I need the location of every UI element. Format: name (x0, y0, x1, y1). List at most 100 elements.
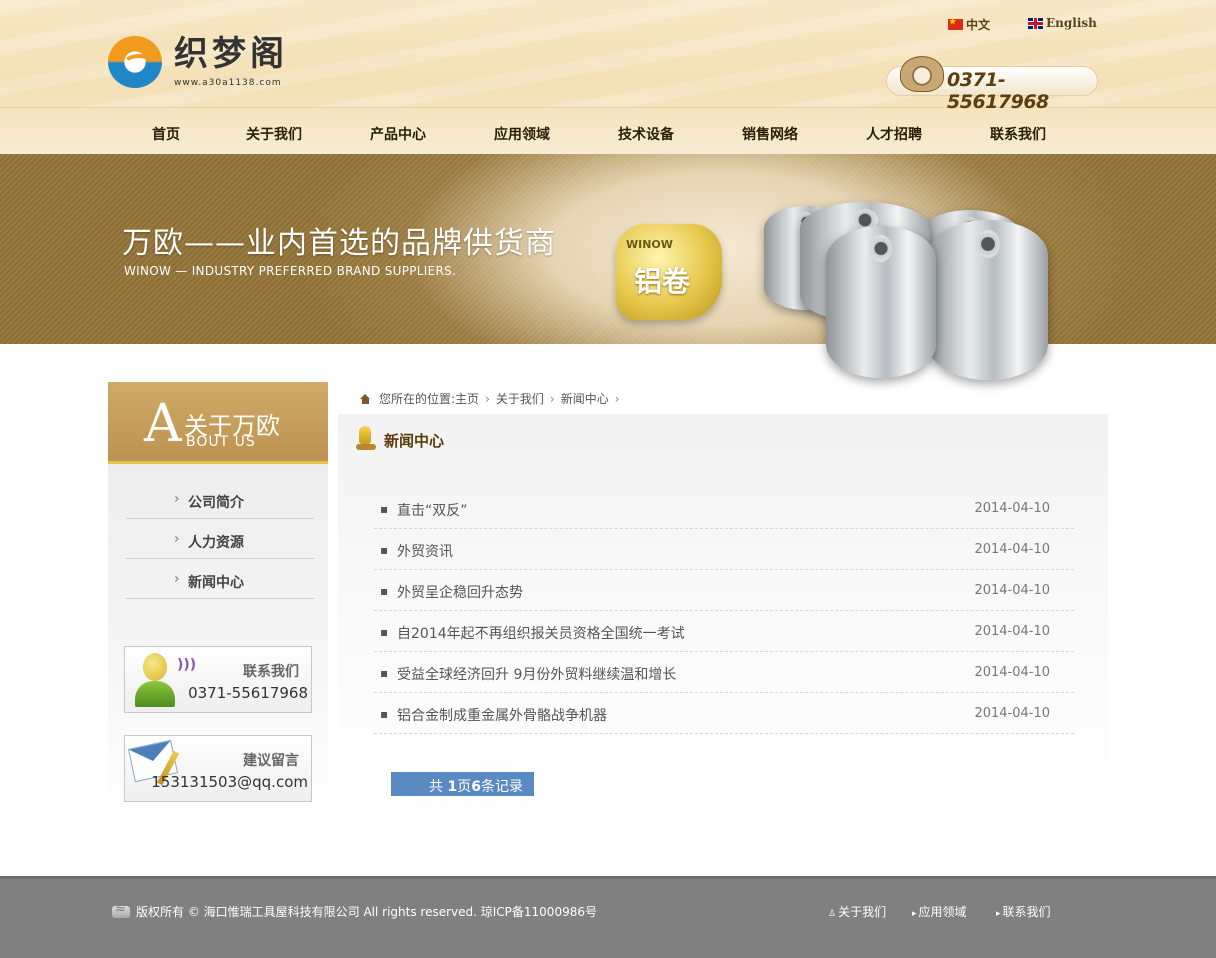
sound-wave-icon: ))) (177, 657, 197, 673)
news-title-link[interactable]: 自2014年起不再组织报关员资格全国统一考试 (397, 623, 685, 643)
news-date: 2014-04-10 (974, 665, 1050, 680)
chevron-right-icon: › (549, 391, 555, 406)
pager-total-label: 共 (429, 779, 443, 795)
trophy-icon (356, 426, 376, 452)
site-footer: 版权所有 © 海口惟瑞工具屋科技有限公司 All rights reserved… (0, 876, 1216, 958)
news-list-item[interactable]: ▪ 外贸呈企稳回升态势 2014-04-10 (374, 570, 1074, 611)
news-date: 2014-04-10 (974, 501, 1050, 516)
news-list-item[interactable]: ▪ 外贸资讯 2014-04-10 (374, 529, 1074, 570)
hero-banner: 万欧——业内首选的品牌供货商 WINOW — INDUSTRY PREFERRE… (0, 154, 1216, 380)
news-date: 2014-04-10 (974, 706, 1050, 721)
news-title-link[interactable]: 外贸资讯 (397, 541, 453, 561)
logo-url: www.a30a1138.com (174, 78, 282, 88)
contact-card-phone: 0371-55617968 (188, 684, 308, 702)
footer-copyright: 版权所有 © 海口惟瑞工具屋科技有限公司 All rights reserved… (112, 902, 597, 920)
bullet-icon: ▪ (380, 666, 389, 680)
sidebar-item-company-profile[interactable]: › 公司简介 (126, 479, 314, 519)
section-title: 新闻中心 (384, 432, 445, 450)
telephone-icon (900, 56, 944, 92)
uk-flag-icon (1028, 17, 1043, 29)
sidebar-item-label: 公司简介 (188, 495, 244, 511)
logo-name: 织梦阁 (174, 34, 288, 74)
news-date: 2014-04-10 (974, 624, 1050, 639)
badge-brand: WINOW (626, 238, 673, 251)
banner-title: 万欧——业内首选的品牌供货商 (122, 226, 556, 261)
breadcrumb-link-about[interactable]: 关于我们 (496, 390, 544, 407)
sidebar-header-subtitle: BOUT US (186, 434, 256, 450)
logo-mark-icon (108, 36, 162, 88)
news-title-link[interactable]: 直击“双反” (397, 500, 468, 520)
sidebar-header-letter: A (144, 394, 182, 454)
footer-link-label: 关于我们 (838, 905, 887, 919)
aluminum-roll-image (928, 220, 1048, 380)
nav-applications[interactable]: 应用领域 (494, 124, 550, 144)
bullet-icon: ▪ (380, 502, 389, 516)
news-date: 2014-04-10 (974, 583, 1050, 598)
footer-link-contact[interactable]: ▸ 联系我们 (996, 903, 1051, 920)
pager-record-count: 6 (471, 779, 481, 795)
news-list-item[interactable]: ▪ 直击“双反” 2014-04-10 (374, 488, 1074, 529)
lang-chinese-label: 中文 (966, 18, 991, 32)
aluminum-roll-image (826, 226, 936, 378)
bullet-icon: ▪ (380, 543, 389, 557)
nav-products[interactable]: 产品中心 (370, 124, 426, 144)
news-title-link[interactable]: 铝合金制成重金属外骨骼战争机器 (397, 705, 607, 725)
chevron-right-icon: › (174, 531, 180, 547)
chevron-right-icon: › (174, 571, 180, 587)
nav-home[interactable]: 首页 (152, 124, 180, 144)
footer-logo-icon (112, 902, 130, 918)
news-list-item[interactable]: ▪ 铝合金制成重金属外骨骼战争机器 2014-04-10 (374, 693, 1074, 734)
nav-technology[interactable]: 技术设备 (618, 124, 674, 144)
main-nav: 首页 关于我们 产品中心 应用领域 技术设备 销售网络 人才招聘 联系我们 (0, 108, 1216, 154)
nav-about[interactable]: 关于我们 (246, 124, 302, 144)
bullet-icon: ▪ (380, 625, 389, 639)
footer-link-about[interactable]: ♙ 关于我们 (828, 903, 886, 920)
badge-text: 铝卷 (634, 265, 691, 298)
feedback-card[interactable]: 建议留言 153131503@qq.com (124, 735, 312, 802)
arrow-right-icon: ▸ (912, 909, 917, 919)
news-title-link[interactable]: 外贸呈企稳回升态势 (397, 582, 523, 602)
home-icon (360, 393, 371, 404)
breadcrumb: 您所在的位置: 主页 › 关于我们 › 新闻中心 › (360, 390, 626, 407)
news-title-link[interactable]: 受益全球经济回升 9月份外贸料继续温和增长 (397, 664, 676, 684)
contact-us-card[interactable]: ))) 联系我们 0371-55617968 (124, 646, 312, 713)
site-logo[interactable]: 织梦阁 www.a30a1138.com (108, 34, 323, 94)
nav-sales-network[interactable]: 销售网络 (742, 124, 798, 144)
footer-link-label: 联系我们 (1002, 905, 1051, 919)
feedback-card-email: 153131503@qq.com (151, 773, 308, 791)
breadcrumb-prefix: 您所在的位置: (379, 392, 456, 406)
nav-contact[interactable]: 联系我们 (990, 124, 1046, 144)
bullet-icon: ▪ (380, 707, 389, 721)
product-badge: WINOW 铝卷 (616, 224, 722, 320)
news-date: 2014-04-10 (974, 542, 1050, 557)
sidebar-header: A 关于万欧 BOUT US (108, 382, 328, 464)
contact-card-title: 联系我们 (243, 664, 299, 680)
breadcrumb-link-news[interactable]: 新闻中心 (561, 390, 609, 407)
footer-link-label: 应用领域 (918, 905, 967, 919)
header-phone-number: 0371-55617968 (947, 69, 1049, 113)
pager-record-unit: 条记录 (480, 779, 523, 795)
nav-careers[interactable]: 人才招聘 (866, 124, 922, 144)
copyright-text: 版权所有 © 海口惟瑞工具屋科技有限公司 All rights reserved… (136, 905, 597, 919)
footer-link-applications[interactable]: ▸ 应用领域 (912, 903, 967, 920)
breadcrumb-link-home[interactable]: 主页 (455, 390, 479, 407)
feedback-card-title: 建议留言 (243, 753, 299, 769)
pager-page-unit: 页 (457, 779, 472, 795)
news-list-item[interactable]: ▪ 受益全球经济回升 9月份外贸料继续温和增长 2014-04-10 (374, 652, 1074, 693)
sidebar-item-human-resources[interactable]: › 人力资源 (126, 519, 314, 559)
support-person-icon (135, 653, 175, 707)
sidebar-item-news-center[interactable]: › 新闻中心 (126, 559, 314, 599)
arrow-right-icon: ▸ (996, 909, 1001, 919)
sidebar-item-label: 新闻中心 (188, 575, 244, 591)
pager-page-count: 1 (447, 779, 458, 795)
chevron-right-icon: › (485, 391, 490, 406)
lang-chinese-link[interactable]: 中文 (948, 16, 990, 33)
pagination-summary: 共 1页6条记录 (391, 772, 534, 796)
news-list-item[interactable]: ▪ 自2014年起不再组织报关员资格全国统一考试 2014-04-10 (374, 611, 1074, 652)
user-icon: ♙ (828, 909, 837, 919)
sidebar-item-label: 人力资源 (188, 535, 244, 551)
china-flag-icon (948, 16, 963, 30)
chevron-right-icon: › (174, 491, 180, 507)
lang-english-label: English (1046, 16, 1097, 30)
lang-english-link[interactable]: English (1028, 16, 1097, 30)
